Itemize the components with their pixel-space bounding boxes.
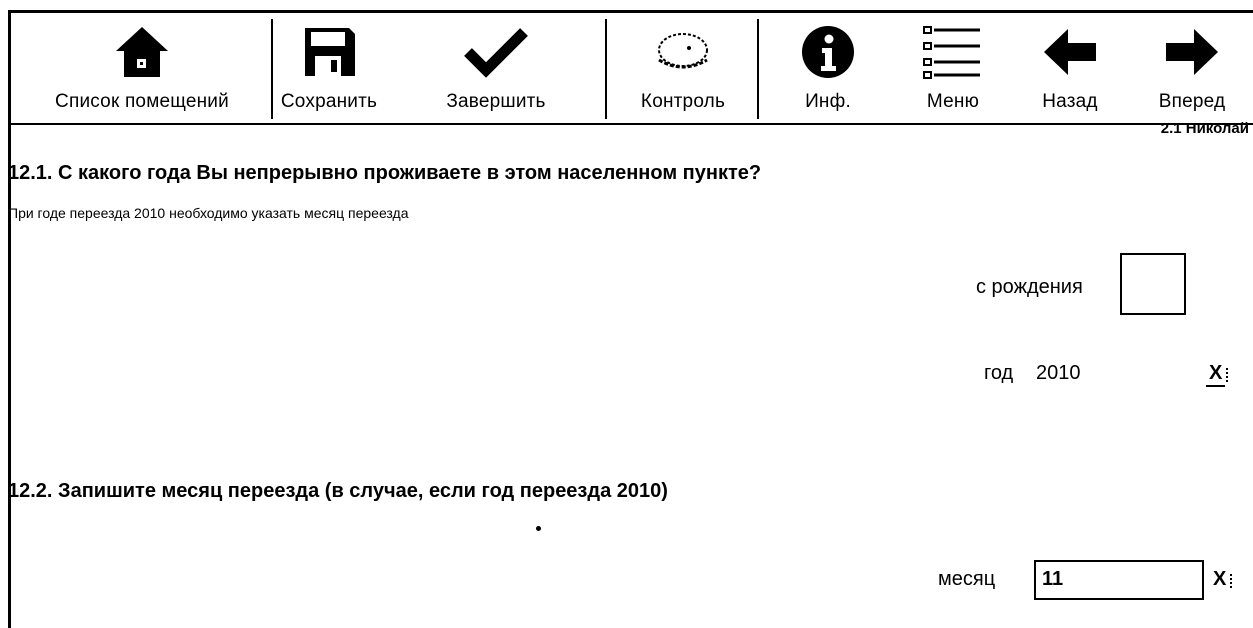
info-icon [800, 21, 856, 83]
arrow-right-icon [1164, 21, 1220, 83]
birth-label: с рождения [976, 276, 1083, 298]
menu-list-icon [922, 21, 984, 83]
info-button[interactable]: Инф. [759, 13, 897, 123]
question-12-1-note: При годе переезда 2010 необходимо указат… [8, 205, 409, 221]
toolbar: Список помещений Сохранить Завершить Кон… [11, 13, 1253, 125]
control-icon [651, 21, 715, 83]
question-12-2-title: 12.2. Запишите месяц переезда (в случае,… [8, 480, 668, 502]
cursor-dot [536, 526, 541, 531]
clear-year-button[interactable]: X [1206, 362, 1229, 387]
back-button[interactable]: Назад [1009, 13, 1131, 123]
question-12-1-title: 12.1. С какого года Вы непрерывно прожив… [8, 162, 762, 184]
month-label: месяц [938, 568, 996, 590]
finish-button[interactable]: Завершить [385, 13, 607, 123]
arrow-left-icon [1042, 21, 1098, 83]
from-birth-checkbox[interactable] [1120, 253, 1186, 315]
year-label: год [984, 362, 1014, 384]
control-button[interactable]: Контроль [607, 13, 759, 123]
user-label: 2.1 Николай [1160, 120, 1249, 137]
year-value[interactable]: 2010 [1036, 362, 1081, 385]
save-icon [301, 21, 357, 83]
app-frame: Список помещений Сохранить Завершить Кон… [8, 10, 1253, 628]
clear-month-button[interactable]: X [1210, 568, 1233, 591]
forward-button[interactable]: Вперед [1131, 13, 1253, 123]
month-input[interactable]: 11 [1034, 560, 1204, 600]
rooms-list-button[interactable]: Список помещений [11, 13, 273, 123]
checkmark-icon [462, 21, 530, 83]
save-button[interactable]: Сохранить [273, 13, 385, 123]
home-icon [114, 21, 170, 83]
menu-button[interactable]: Меню [897, 13, 1009, 123]
